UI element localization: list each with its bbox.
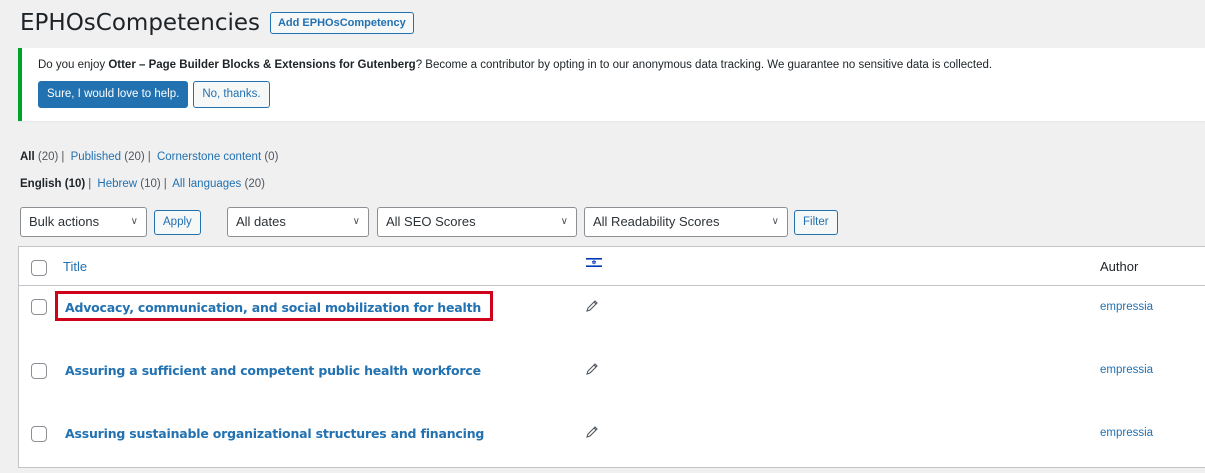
view-cornerstone[interactable]: Cornerstone content: [157, 151, 261, 163]
notice-plugin-name: Otter – Page Builder Blocks & Extensions…: [108, 59, 416, 71]
row-author-link[interactable]: empressia: [1100, 427, 1153, 439]
view-all[interactable]: All: [20, 151, 35, 163]
lang-hebrew-count: (10): [140, 178, 161, 190]
pencil-icon[interactable]: [585, 425, 599, 439]
notice-text-after: ? Become a contributor by opting in to o…: [415, 59, 993, 71]
filter-button[interactable]: Filter: [794, 210, 838, 235]
select-all-checkbox[interactable]: [31, 260, 47, 276]
view-cornerstone-count: (0): [264, 151, 279, 163]
table-row: Assuring a sufficient and competent publ…: [19, 350, 1205, 410]
lang-all[interactable]: All languages: [172, 178, 241, 190]
row-title-link[interactable]: Advocacy, communication, and social mobi…: [65, 300, 481, 315]
add-new-button[interactable]: Add EPHOsCompetency: [269, 12, 414, 34]
view-all-count: (20): [37, 151, 59, 163]
chevron-down-icon: ∨: [352, 216, 360, 227]
readability-scores-select[interactable]: All Readability Scores ∨: [584, 207, 788, 237]
lang-english-count: (10): [64, 178, 86, 190]
seo-scores-value: All SEO Scores: [386, 214, 476, 229]
column-author: Author: [1100, 259, 1139, 274]
dates-value: All dates: [236, 214, 286, 229]
dates-select[interactable]: All dates ∨: [227, 207, 369, 237]
chevron-down-icon: ∨: [771, 216, 779, 227]
table-row: Assuring sustainable organizational stru…: [19, 413, 1205, 473]
row-title-link[interactable]: Assuring a sufficient and competent publ…: [65, 363, 481, 378]
lang-all-count: (20): [244, 178, 265, 190]
bulk-actions-select[interactable]: Bulk actions ∨: [20, 207, 147, 237]
row-author-link[interactable]: empressia: [1100, 364, 1153, 376]
seo-scores-select[interactable]: All SEO Scores ∨: [377, 207, 577, 237]
row-checkbox[interactable]: [31, 299, 47, 315]
pencil-icon[interactable]: [585, 362, 599, 376]
language-views: English (10) | Hebrew (10) | All languages…: [20, 178, 265, 190]
chevron-down-icon: ∨: [130, 216, 138, 227]
table-row: Advocacy, communication, and social mobi…: [19, 287, 1205, 347]
apply-button[interactable]: Apply: [154, 210, 201, 235]
table-header: Title Author: [19, 247, 1205, 286]
row-title-link[interactable]: Assuring sustainable organizational stru…: [65, 426, 484, 441]
view-published[interactable]: Published: [71, 151, 122, 163]
posts-table: Title Author Advocacy, communication, an…: [18, 246, 1205, 468]
opt-out-button[interactable]: No, thanks.: [193, 81, 270, 108]
row-author-link[interactable]: empressia: [1100, 301, 1153, 313]
column-title[interactable]: Title: [63, 259, 87, 274]
pencil-icon[interactable]: [585, 299, 599, 313]
row-checkbox[interactable]: [31, 426, 47, 442]
israel-flag-icon: [586, 257, 602, 268]
lang-english[interactable]: English: [20, 178, 62, 190]
view-published-count: (20): [124, 151, 145, 163]
bulk-actions-value: Bulk actions: [29, 214, 100, 229]
status-views: All (20) | Published (20) | Cornerstone co…: [20, 151, 279, 163]
row-checkbox[interactable]: [31, 363, 47, 379]
notice-text-before: Do you enjoy: [38, 59, 109, 71]
opt-in-button[interactable]: Sure, I would love to help.: [38, 81, 189, 108]
chevron-down-icon: ∨: [560, 216, 568, 227]
lang-hebrew[interactable]: Hebrew: [97, 178, 137, 190]
readability-scores-value: All Readability Scores: [593, 214, 720, 229]
page-header: EPHOsCompetencies Add EPHOsCompetency: [20, 8, 414, 38]
page-title: EPHOsCompetencies: [20, 10, 260, 36]
otter-tracking-notice: Do you enjoy Otter – Page Builder Blocks…: [18, 48, 1205, 121]
notice-text: Do you enjoy Otter – Page Builder Blocks…: [38, 59, 992, 71]
